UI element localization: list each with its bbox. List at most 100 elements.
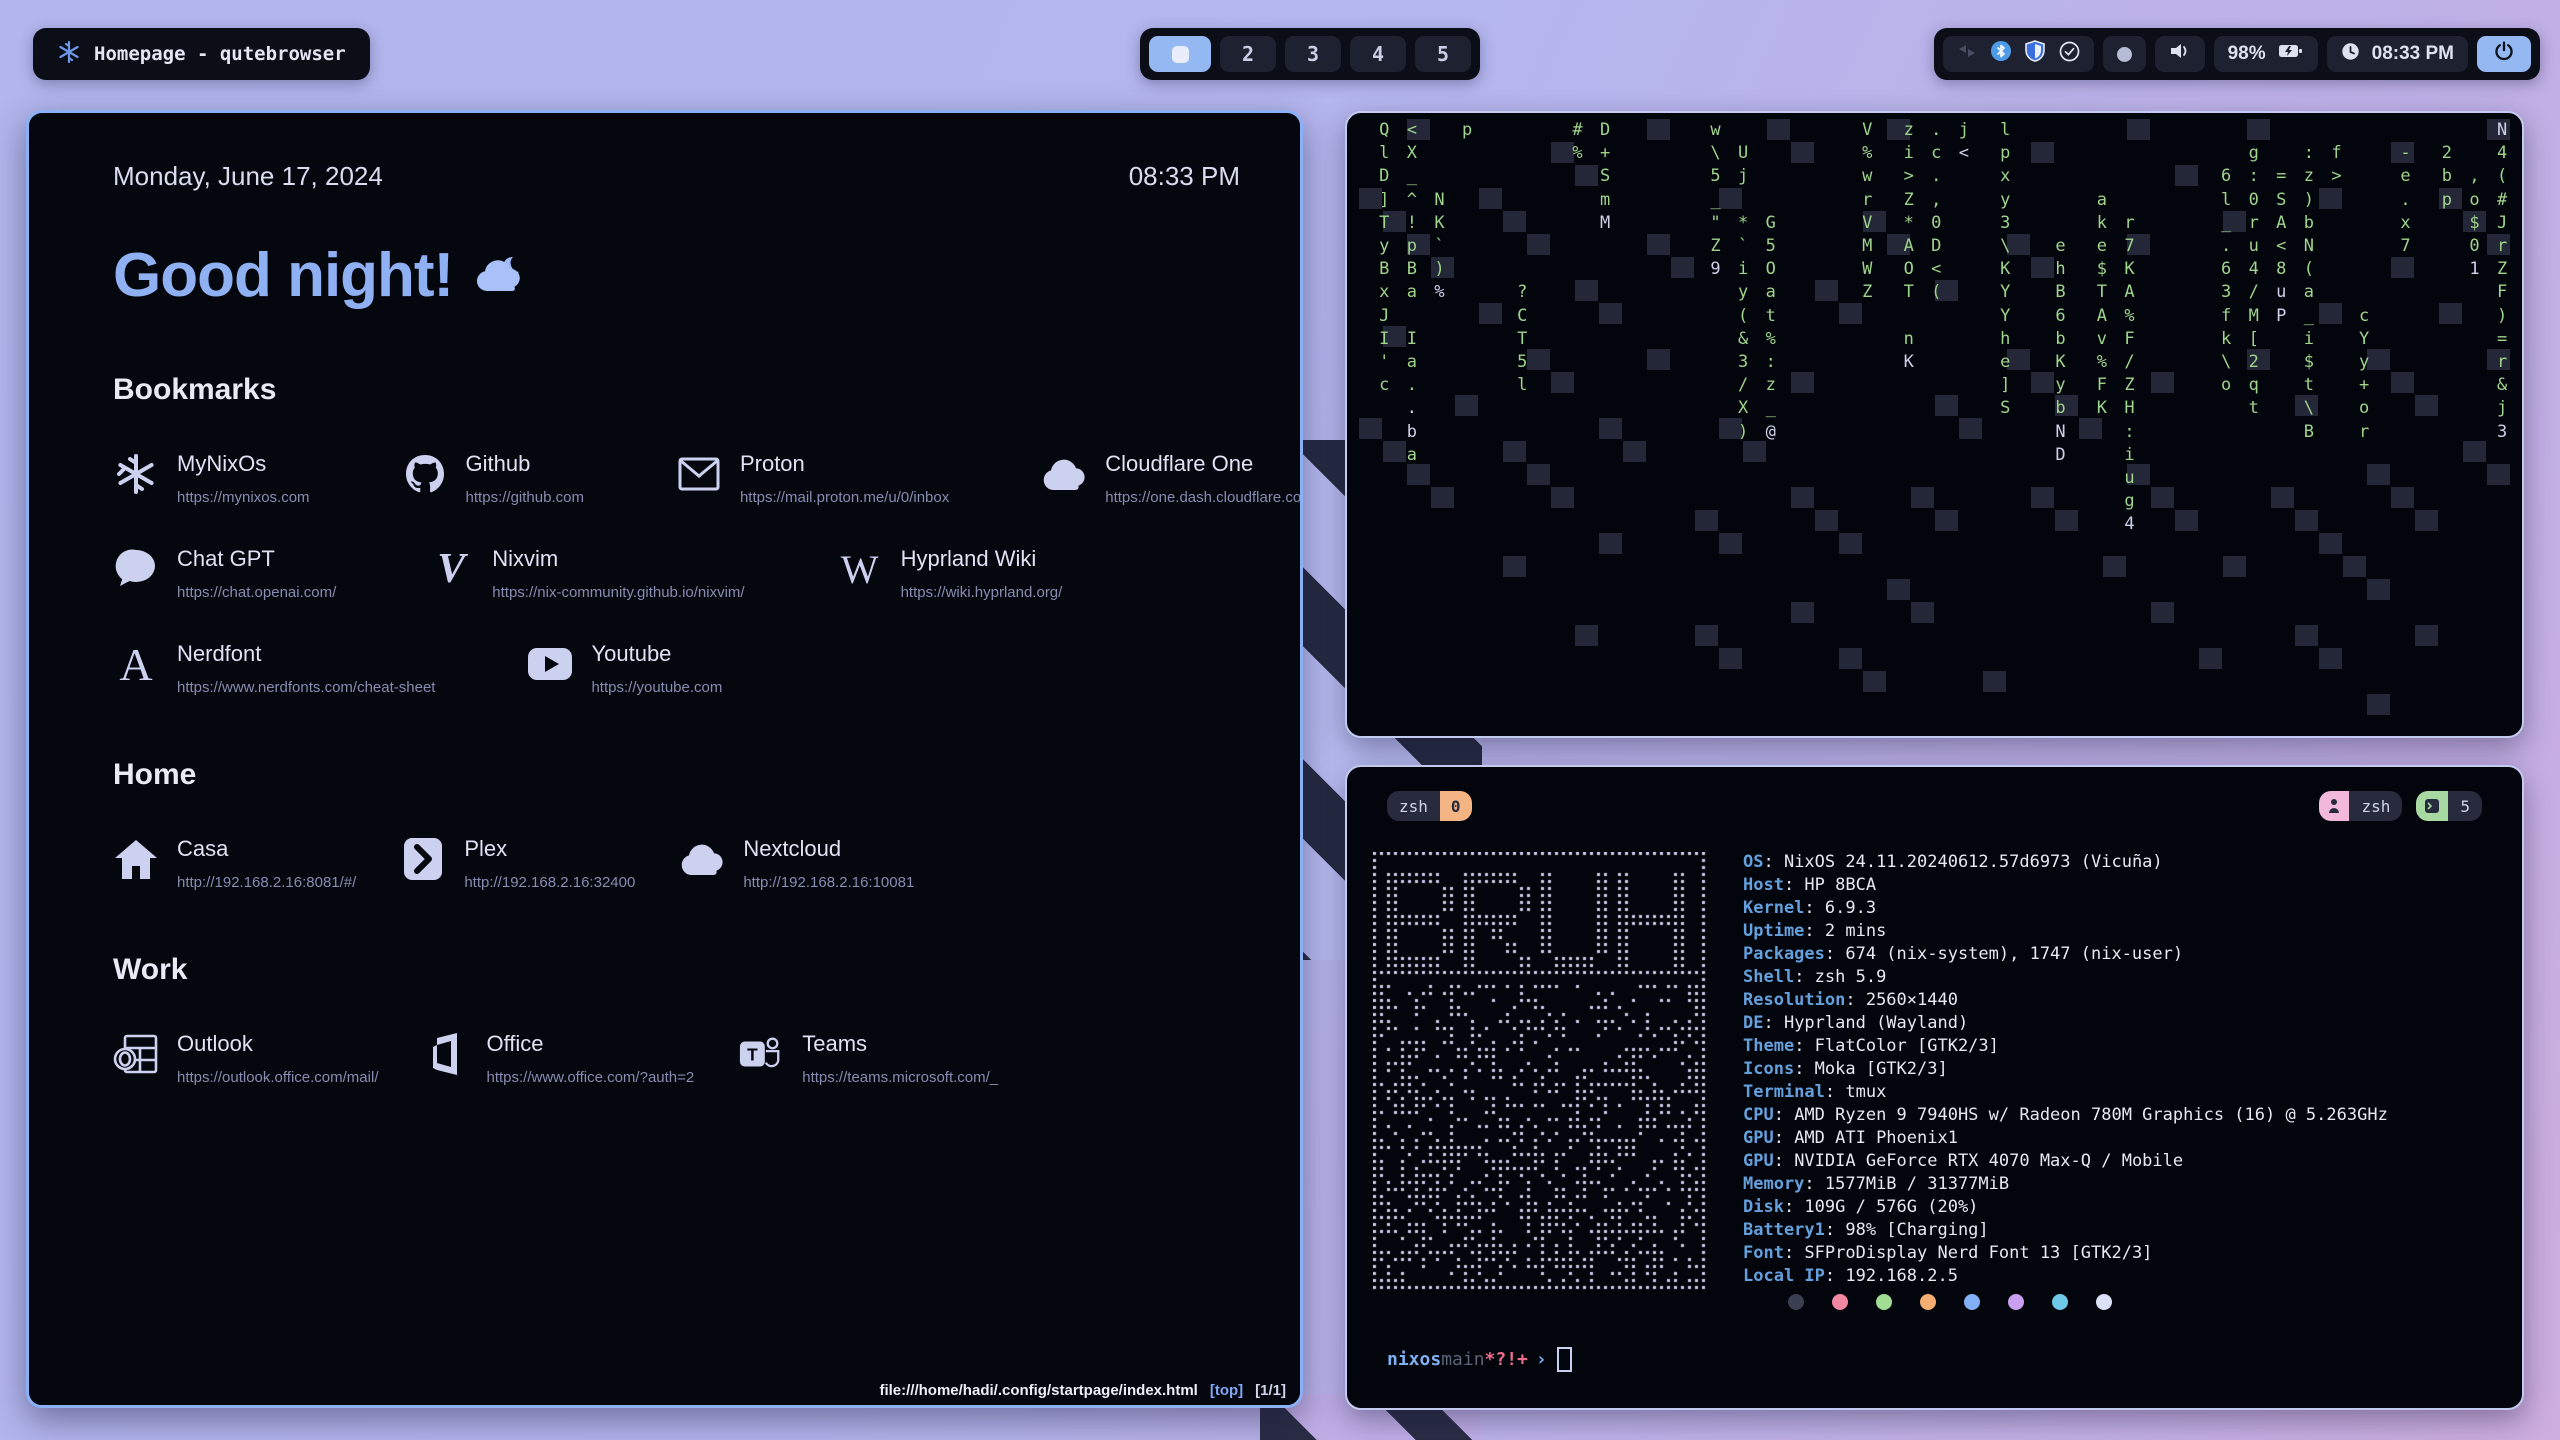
matrix-char: 0 [2246, 189, 2261, 212]
matrix-char: Y [2357, 328, 2372, 351]
terminal-fetch-window[interactable]: zsh 0 zsh5 OS: NixOS 24.11.20240612.57d6… [1345, 765, 2524, 1410]
bookmark-nerdfont[interactable]: ANerdfonthttps://www.nerdfonts.com/cheat… [113, 641, 435, 696]
bookmark-office[interactable]: Officehttps://www.office.com/?auth=2 [422, 1031, 694, 1086]
clock-time: 08:33 PM [2372, 43, 2454, 65]
tray-clock[interactable]: 08:33 PM [2327, 36, 2468, 72]
matrix-char: * [1901, 212, 1916, 235]
matrix-trail-block [1359, 418, 1382, 439]
bookmark-youtube[interactable]: Youtubehttps://youtube.com [527, 641, 722, 696]
bookmark-github[interactable]: Githubhttps://github.com [402, 451, 584, 506]
fastfetch-value: : 192.168.2.5 [1825, 1266, 1958, 1286]
matrix-trail-block [2079, 418, 2102, 439]
bookmark-name: Cloudflare One [1105, 451, 1303, 477]
matrix-char: b [2301, 212, 2316, 235]
matrix-trail-block [1455, 395, 1478, 416]
startpage: Monday, June 17, 2024 08:33 PM Good nigh… [29, 113, 1300, 1405]
workspace-button-4[interactable]: 4 [1350, 36, 1406, 72]
matrix-char: D [1929, 235, 1944, 258]
outlook-icon [113, 1031, 159, 1077]
bookmark-teams[interactable]: TTeamshttps://teams.microsoft.com/_ [738, 1031, 998, 1086]
terminal-matrix-window[interactable]: QlD]TyBxJI'c<X_^!pBaIa..baNK`)%p?CT5l#%D… [1345, 111, 2524, 738]
tmux-status-pill[interactable]: zsh [2319, 791, 2402, 821]
workspace-button-3[interactable]: 3 [1285, 36, 1341, 72]
matrix-trail-block [1911, 487, 1934, 508]
matrix-trail-block [1719, 648, 1742, 669]
tray-battery[interactable]: 98% [2214, 36, 2318, 72]
speaker-icon [2169, 41, 2191, 67]
bookmark-cloudflare-one[interactable]: Cloudflare Onehttps://one.dash.cloudflar… [1041, 451, 1303, 506]
bookmark-name: Nixvim [492, 546, 744, 572]
matrix-char: # [1570, 119, 1585, 142]
bookmark-hyprland-wiki[interactable]: WHyprland Wikihttps://wiki.hyprland.org/ [837, 546, 1063, 601]
matrix-char: & [2495, 374, 2510, 397]
matrix-char: , [1929, 189, 1944, 212]
matrix-char: r [2495, 351, 2510, 374]
bookmark-url: https://outlook.office.com/mail/ [177, 1069, 378, 1086]
fastfetch-line: Kernel: 6.9.3 [1743, 897, 2388, 920]
matrix-char: X [1404, 142, 1419, 165]
cloud-icon [1041, 451, 1087, 497]
workspace-button-5[interactable]: 5 [1415, 36, 1471, 72]
bookmark-casa[interactable]: Casahttp://192.168.2.16:8081/#/ [113, 836, 356, 891]
matrix-char: ^ [1404, 189, 1419, 212]
matrix-char: y [1377, 235, 1392, 258]
matrix-trail-block [1815, 280, 1838, 301]
matrix-char: p [1998, 142, 2013, 165]
matrix-char: T [1901, 281, 1916, 304]
matrix-char: A [2094, 305, 2109, 328]
nixos-logo-icon [57, 40, 81, 69]
workspace-button-active[interactable] [1149, 36, 1211, 72]
bookmark-outlook[interactable]: Outlookhttps://outlook.office.com/mail/ [113, 1031, 378, 1086]
matrix-char: F [2122, 328, 2137, 351]
battery-charging-icon [2278, 41, 2304, 67]
tray-idle-indicator[interactable] [2103, 36, 2146, 72]
matrix-char: K [2122, 258, 2137, 281]
matrix-char: [ [2246, 328, 2261, 351]
tmux-window-tab[interactable]: zsh 0 [1387, 791, 1472, 821]
bookmark-chat-gpt[interactable]: Chat GPThttps://chat.openai.com/ [113, 546, 336, 601]
bookmark-nixvim[interactable]: VNixvimhttps://nix-community.github.io/n… [428, 546, 744, 601]
fastfetch-label: CPU [1743, 1105, 1774, 1125]
workspace-button-2[interactable]: 2 [1220, 36, 1276, 72]
kdeconnect-icon[interactable] [1957, 41, 1977, 67]
bookmark-plex[interactable]: Plexhttp://192.168.2.16:32400 [400, 836, 635, 891]
power-button[interactable] [2477, 36, 2531, 72]
bookmark-proton[interactable]: Protonhttps://mail.proton.me/u/0/inbox [676, 451, 949, 506]
fastfetch-label: Theme [1743, 1036, 1794, 1056]
matrix-trail-block [2151, 602, 2174, 623]
matrix-char: _ [1404, 165, 1419, 188]
matrix-char: N [2495, 119, 2510, 142]
palette-dot [1832, 1294, 1848, 1310]
matrix-char: G [1763, 212, 1778, 235]
shield-vpn-icon[interactable] [2025, 40, 2045, 68]
tmux-status-pill[interactable]: 5 [2416, 791, 2482, 821]
matrix-char: 5 [1763, 235, 1778, 258]
fastfetch-line: Shell: zsh 5.9 [1743, 966, 2388, 989]
bookmark-mynixos[interactable]: MyNixOshttps://mynixos.com [113, 451, 310, 506]
matrix-char: 4 [2122, 513, 2137, 536]
matrix-char: 3 [1736, 351, 1751, 374]
matrix-char: _ [2219, 212, 2234, 235]
bookmark-name: Teams [802, 1031, 998, 1057]
shell-prompt[interactable]: nixos main*?!+ › [1387, 1347, 1572, 1372]
fastfetch-label: DE [1743, 1013, 1763, 1033]
chat-icon [113, 546, 159, 592]
matrix-char: % [2094, 351, 2109, 374]
bluetooth-icon[interactable] [1991, 41, 2011, 67]
matrix-char: O [1901, 258, 1916, 281]
tray-volume[interactable] [2155, 36, 2205, 72]
matrix-char: b [2053, 328, 2068, 351]
matrix-char: . [1404, 374, 1419, 397]
bookmark-nextcloud[interactable]: Nextcloudhttp://192.168.2.16:10081 [679, 836, 914, 891]
matrix-char: = [2274, 165, 2289, 188]
dot-icon [2117, 47, 2132, 62]
matrix-char: m [1598, 189, 1613, 212]
prompt-branch: main [1441, 1349, 1484, 1370]
startpage-time: 08:33 PM [1129, 161, 1240, 192]
check-circle-icon[interactable] [2059, 41, 2080, 68]
matrix-char: f [2219, 305, 2234, 328]
startpage-date: Monday, June 17, 2024 [113, 161, 383, 192]
tray-icons-group[interactable] [1943, 36, 2094, 72]
matrix-char: _ [2301, 305, 2316, 328]
matrix-char: x [2398, 212, 2413, 235]
